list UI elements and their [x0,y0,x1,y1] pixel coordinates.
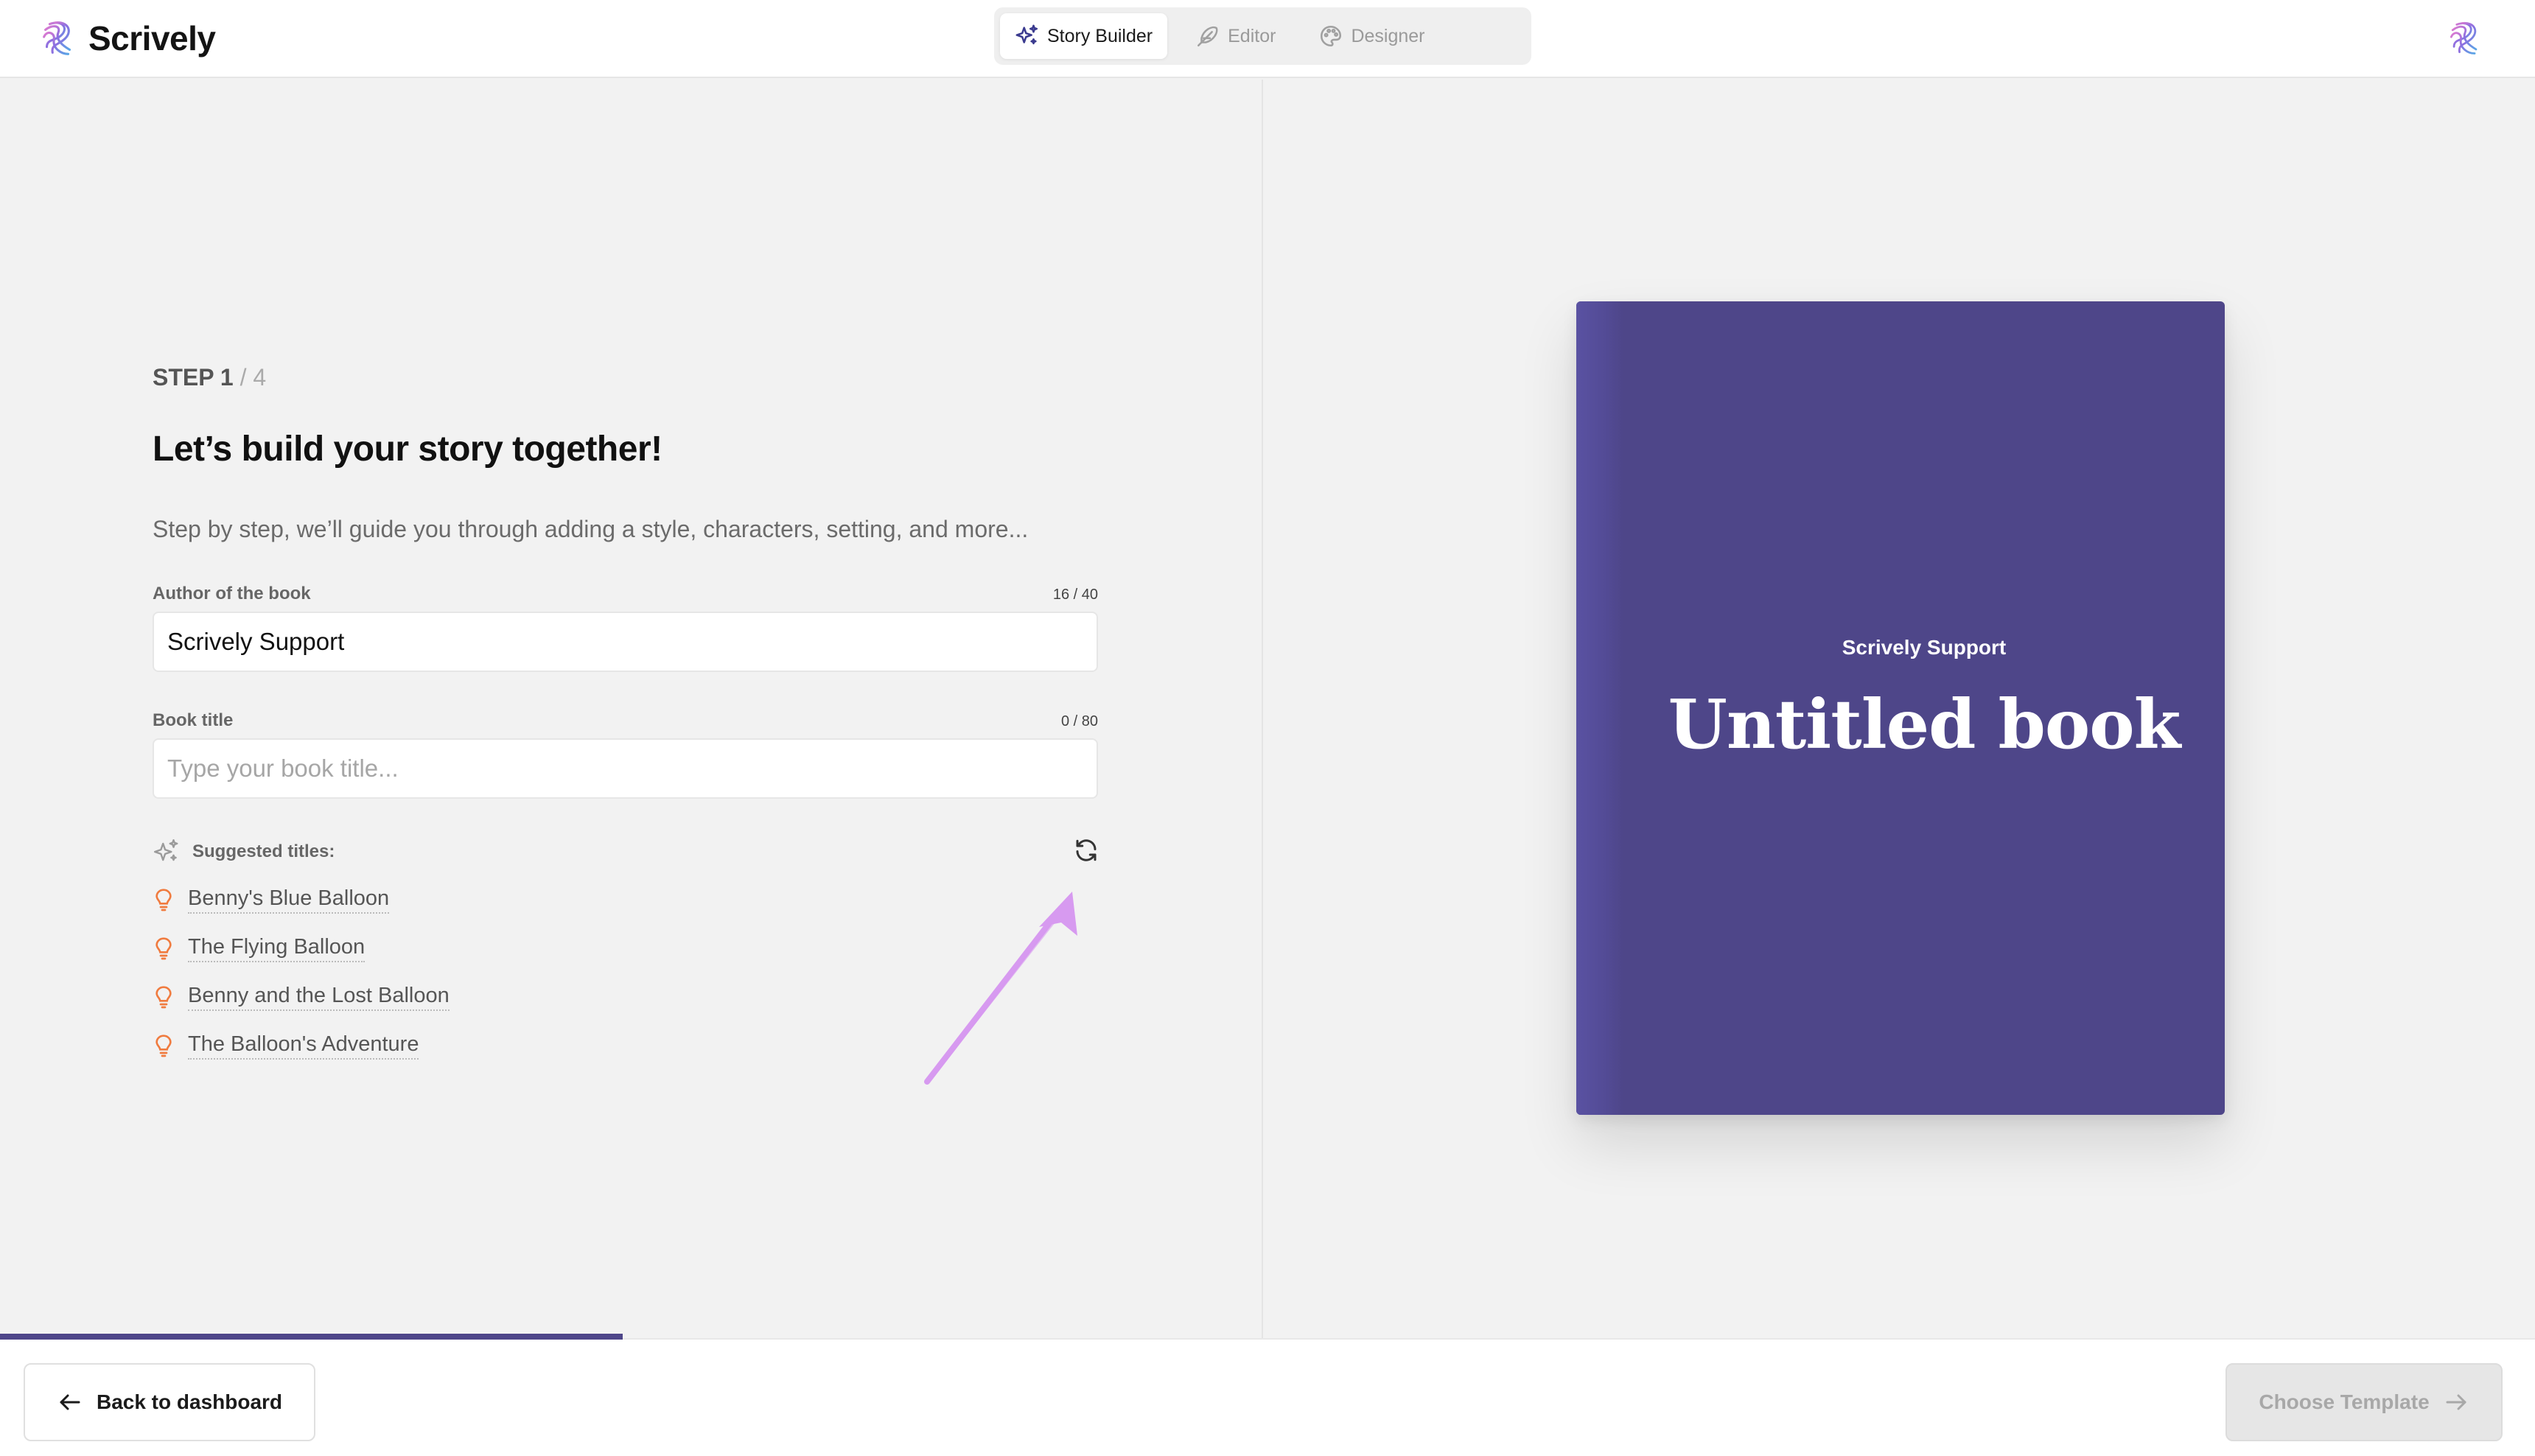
tab-story-builder-label: Story Builder [1047,25,1153,46]
arrow-left-icon [60,1394,80,1410]
lightbulb-icon [155,986,172,1009]
step-progress-bar [0,1334,623,1340]
story-form-pane [0,80,1262,1338]
step-indicator: STEP 1 / 4 [153,364,266,391]
suggested-title-text[interactable]: The Flying Balloon [188,935,366,962]
suggested-title-item[interactable]: The Balloon's Adventure [153,1021,450,1070]
suggested-title-item[interactable]: Benny's Blue Balloon [153,875,450,924]
lightbulb-icon [155,937,172,960]
book-cover-title: Untitled book [1668,685,2181,764]
arrow-right-icon [2446,1394,2466,1410]
mode-tabs: Story Builder Editor Designer [994,7,1531,65]
top-bar: Scrively Story Builder Editor Designer [0,0,2535,78]
suggested-title-item[interactable]: The Flying Balloon [153,924,450,973]
footer-bar: Back to dashboard Choose Template [0,1334,2535,1456]
tab-editor-label: Editor [1228,25,1276,46]
lightbulb-icon [155,889,172,911]
suggested-title-text[interactable]: The Balloon's Adventure [188,1032,419,1060]
app-logo[interactable]: Scrively [37,15,216,62]
back-to-dashboard-button[interactable]: Back to dashboard [24,1363,315,1441]
step-total: / 4 [239,364,267,391]
suggested-titles-header: Suggested titles: [153,837,335,867]
book-title-field-label: Book title [153,710,234,730]
annotation-arrow-icon [924,892,1077,1085]
book-cover-preview: Scrively Support Untitled book [1576,301,2225,1115]
back-to-dashboard-label: Back to dashboard [96,1390,283,1413]
author-char-counter: 16 / 40 [1052,587,1098,603]
author-input[interactable] [153,612,1098,672]
suggested-title-text[interactable]: Benny and the Lost Balloon [188,984,450,1011]
sparkles-icon [1015,24,1038,45]
feather-icon [1197,26,1218,47]
book-cover-author: Scrively Support [1842,636,2007,659]
suggested-title-text[interactable]: Benny's Blue Balloon [188,886,390,914]
choose-template-button[interactable]: Choose Template [2225,1363,2503,1441]
suggested-titles-label: Suggested titles: [192,841,335,861]
user-avatar-icon[interactable] [2444,18,2486,59]
book-title-input[interactable] [153,738,1098,799]
app-name: Scrively [88,19,216,57]
tab-designer[interactable]: Designer [1304,13,1439,59]
tab-story-builder[interactable]: Story Builder [1000,13,1168,59]
refresh-suggestions-icon[interactable] [1073,837,1099,864]
page-subtitle: Step by step, we’ll guide you through ad… [153,516,1029,542]
tab-designer-label: Designer [1351,25,1425,46]
scrively-logo-icon [43,21,71,55]
suggested-titles-list: Benny's Blue Balloon The Flying Balloon … [153,875,450,1070]
page-title: Let’s build your story together! [153,430,662,469]
book-title-char-counter: 0 / 80 [1060,713,1098,729]
tab-editor[interactable]: Editor [1181,13,1290,59]
lightbulb-icon [155,1035,172,1057]
sparkles-icon [153,839,178,861]
author-field-label: Author of the book [153,584,311,603]
suggested-title-item[interactable]: Benny and the Lost Balloon [153,973,450,1021]
choose-template-label: Choose Template [2259,1390,2430,1413]
palette-icon [1321,25,1342,47]
step-current: STEP 1 [153,364,234,391]
